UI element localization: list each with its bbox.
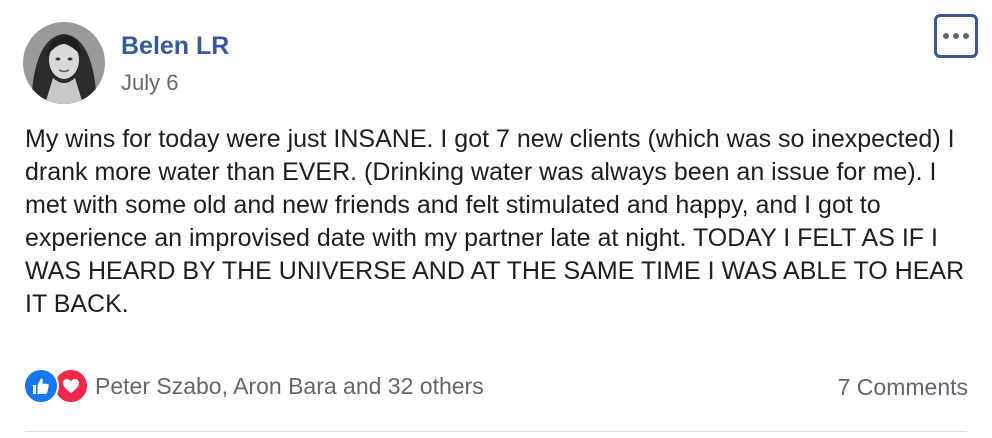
more-options-button[interactable] xyxy=(934,14,978,58)
comments-count-link[interactable]: 7 Comments xyxy=(838,374,968,401)
divider xyxy=(25,431,967,432)
like-icon xyxy=(23,368,59,404)
avatar-image xyxy=(23,22,105,104)
more-options-dot xyxy=(963,33,969,39)
post-card: Belen LR July 6 My wins for today were j… xyxy=(0,0,992,438)
avatar[interactable] xyxy=(23,22,105,104)
more-options-dot xyxy=(953,33,959,39)
reaction-names[interactable]: Peter Szabo, Aron Bara and 32 others xyxy=(95,373,484,400)
author-name[interactable]: Belen LR xyxy=(121,30,229,62)
post-text: My wins for today were just INSANE. I go… xyxy=(25,125,965,318)
more-options-icon xyxy=(943,33,949,39)
reactions-summary[interactable]: Peter Szabo, Aron Bara and 32 others xyxy=(23,366,484,406)
post-timestamp[interactable]: July 6 xyxy=(121,69,178,97)
